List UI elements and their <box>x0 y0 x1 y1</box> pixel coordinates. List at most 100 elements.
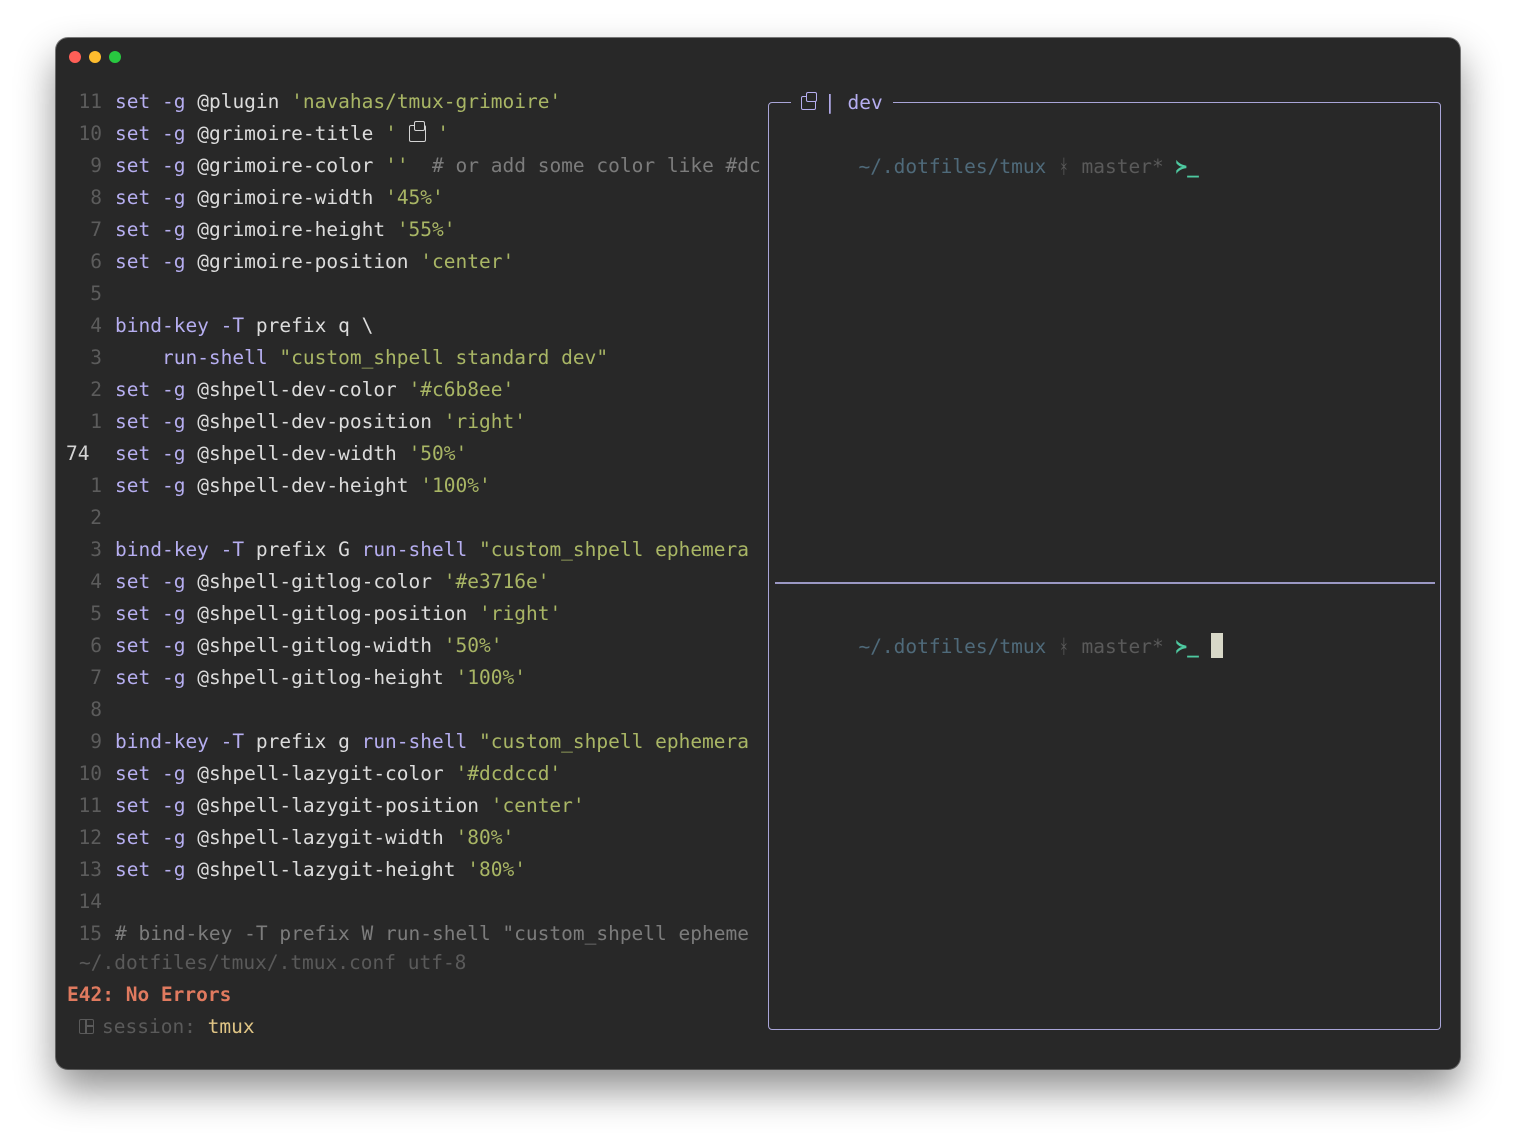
code-string: '' <box>385 154 409 177</box>
code-variable: @grimoire-color <box>197 154 374 177</box>
file-status-line: ~/.dotfiles/tmux/.tmux.conf utf-8 <box>79 951 467 974</box>
code-string: ' <box>385 122 409 145</box>
code-flag: -g <box>161 570 186 593</box>
code-line[interactable]: 7 set -g @grimoire-height '55%' <box>56 214 762 246</box>
code-variable: @shpell-dev-width <box>197 442 397 465</box>
prompt-branch: master* <box>1081 155 1164 178</box>
code-string: '100%' <box>455 666 526 689</box>
code-command: set <box>115 410 151 433</box>
code-string: ' <box>425 122 450 145</box>
code-line[interactable]: 5 <box>56 278 762 310</box>
code-command: set <box>115 90 151 113</box>
code-line[interactable]: 8 <box>56 694 762 726</box>
code-variable: @grimoire-width <box>197 186 374 209</box>
code-line[interactable]: 5 set -g @shpell-gitlog-position 'right' <box>56 598 762 630</box>
git-branch-icon: ᚼ <box>1058 635 1070 658</box>
code-line[interactable]: 10 set -g @shpell-lazygit-color '#dcdccd' <box>56 758 762 790</box>
line-number: 5 <box>90 282 102 305</box>
code-command: set <box>115 186 151 209</box>
code-line[interactable]: 1 set -g @shpell-dev-height '100%' <box>56 470 762 502</box>
code-line[interactable]: 6 set -g @grimoire-position 'center' <box>56 246 762 278</box>
code-line[interactable]: 9 set -g @grimoire-color '' # or add some… <box>56 150 762 182</box>
popup-title-text: dev <box>847 91 883 114</box>
code-line[interactable]: 2 <box>56 502 762 534</box>
close-button[interactable] <box>69 51 81 63</box>
code-command: run-shell <box>361 538 468 561</box>
line-number: 2 <box>90 378 102 401</box>
code-line[interactable]: 13 set -g @shpell-lazygit-height '80%' <box>56 854 762 886</box>
line-number: 5 <box>90 602 102 625</box>
code-string: 'right' <box>443 410 526 433</box>
code-command: set <box>115 634 151 657</box>
code-flag: -g <box>161 122 186 145</box>
code-variable: @grimoire-position <box>197 250 409 273</box>
code-line[interactable]: 6 set -g @shpell-gitlog-width '50%' <box>56 630 762 662</box>
pane-top-prompt[interactable]: ~/.dotfiles/tmux ᚼ master* ≻_ <box>788 119 1198 178</box>
code-string: "custom_shpell ephemera <box>479 538 750 561</box>
code-line[interactable]: 1 set -g @shpell-dev-position 'right' <box>56 406 762 438</box>
code-command: set <box>115 858 151 881</box>
code-line[interactable]: 3 run-shell "custom_shpell standard dev" <box>56 342 762 374</box>
window-controls <box>69 51 121 63</box>
code-line[interactable]: 4 bind-key -T prefix q \ <box>56 310 762 342</box>
code-command: set <box>115 602 151 625</box>
session-name: tmux <box>207 1015 255 1038</box>
code-string: 'center' <box>420 250 515 273</box>
code-string: '45%' <box>385 186 444 209</box>
maximize-button[interactable] <box>109 51 121 63</box>
code-line[interactable]: 10 set -g @grimoire-title ' ' <box>56 118 762 150</box>
code-line[interactable]: 11 set -g @shpell-lazygit-position 'cente… <box>56 790 762 822</box>
code-flag: -g <box>161 762 186 785</box>
code-line[interactable]: 12 set -g @shpell-lazygit-width '80%' <box>56 822 762 854</box>
code-line[interactable]: 14 <box>56 886 762 918</box>
code-flag: -T <box>220 314 245 337</box>
line-number: 6 <box>90 634 102 657</box>
code-line[interactable]: 74 set -g @shpell-dev-width '50%' <box>56 438 762 470</box>
code-command: set <box>115 794 151 817</box>
line-number: 2 <box>90 506 102 529</box>
line-number: 8 <box>90 698 102 721</box>
code-line[interactable]: 2 set -g @shpell-dev-color '#c6b8ee' <box>56 374 762 406</box>
git-branch-icon: ᚼ <box>1058 155 1070 178</box>
line-number: 3 <box>90 346 102 369</box>
code-string: '80%' <box>455 826 515 849</box>
code-command: set <box>115 250 151 273</box>
code-line[interactable]: 15 # bind-key -T prefix W run-shell "cust… <box>56 918 762 950</box>
pane-bottom-prompt[interactable]: ~/.dotfiles/tmux ᚼ master* ≻_ <box>788 599 1223 658</box>
code-line[interactable]: 7 set -g @shpell-gitlog-height '100%' <box>56 662 762 694</box>
line-number: 9 <box>90 154 102 177</box>
code-command: set <box>115 762 151 785</box>
code-comment: # or add some color like #dc <box>432 154 761 177</box>
popup-title: | dev <box>791 87 893 119</box>
line-number: 10 <box>78 762 102 785</box>
code-flag: -g <box>161 442 186 465</box>
code-command: set <box>115 442 151 465</box>
line-number: 3 <box>90 538 102 561</box>
code-line[interactable]: 4 set -g @shpell-gitlog-color '#e3716e' <box>56 566 762 598</box>
pane-divider[interactable] <box>775 582 1435 584</box>
code-variable: @shpell-lazygit-color <box>197 762 444 785</box>
popup-window-dev[interactable]: | dev ~/.dotfiles/tmux ᚼ master* ≻_ ~/.d… <box>768 87 1441 1030</box>
code-command: set <box>115 378 151 401</box>
code-line[interactable]: 3 bind-key -T prefix G run-shell "custom_… <box>56 534 762 566</box>
minimize-button[interactable] <box>89 51 101 63</box>
code-string: 'right' <box>479 602 562 625</box>
line-number: 9 <box>90 730 102 753</box>
line-number: 7 <box>90 666 102 689</box>
code-line[interactable]: 11 set -g @plugin 'navahas/tmux-grimoire' <box>56 86 762 118</box>
code-flag: -g <box>161 218 186 241</box>
code-args: prefix q \ <box>255 314 374 337</box>
code-flag: -g <box>161 826 186 849</box>
window-stack-icon <box>801 92 817 110</box>
line-number: 1 <box>90 410 102 433</box>
code-line[interactable]: 9 bind-key -T prefix g run-shell "custom_… <box>56 726 762 758</box>
code-command: bind-key <box>115 538 209 561</box>
line-number: 1 <box>90 474 102 497</box>
code-line[interactable]: 8 set -g @grimoire-width '45%' <box>56 182 762 214</box>
code-flag: -g <box>161 186 186 209</box>
window-stack-icon <box>408 121 426 142</box>
session-indicator: session: tmux <box>79 1015 255 1038</box>
popup-title-separator: | <box>824 91 836 114</box>
code-variable: @shpell-dev-position <box>197 410 433 433</box>
line-number: 74 <box>66 442 90 465</box>
